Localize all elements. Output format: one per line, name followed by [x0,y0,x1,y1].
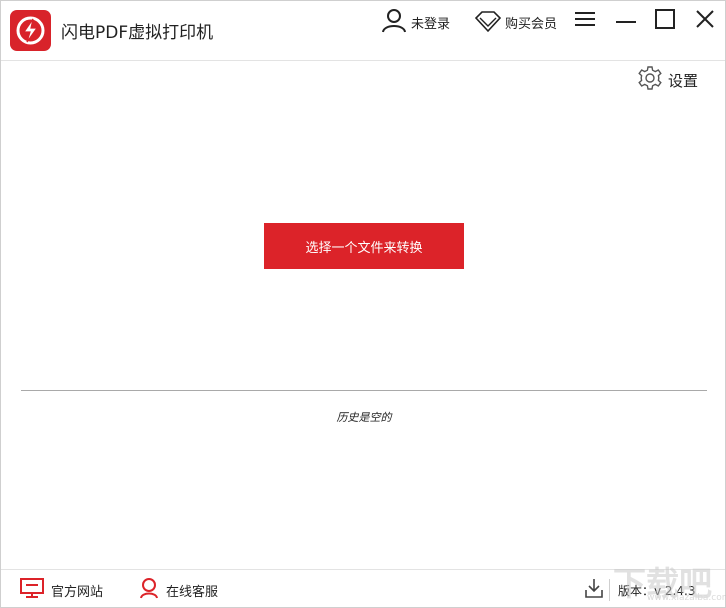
settings-label: 设置 [668,71,699,90]
support-person-icon [139,577,159,603]
login-button[interactable]: 未登录 [381,8,450,36]
vip-label: 购买会员 [505,16,558,32]
user-icon [381,7,407,37]
title-bar: 闪电PDF虚拟打印机 未登录 购买会员 [1,1,725,61]
minimize-icon [616,11,636,31]
close-button[interactable] [691,9,719,33]
diamond-icon [474,7,502,37]
app-logo-icon [10,10,51,51]
select-file-button[interactable]: 选择一个文件来转换 [264,223,464,269]
gear-icon [637,65,663,95]
buy-vip-button[interactable]: 购买会员 [474,7,558,37]
app-window: 闪电PDF虚拟打印机 未登录 购买会员 设置 选择一个文件来转换 历史是空的 官… [0,0,726,608]
menu-icon [575,11,595,31]
version-separator [609,579,610,601]
menu-button[interactable] [571,9,599,33]
support-label: 在线客服 [166,584,219,600]
maximize-icon [655,9,675,33]
version-label: 版本：v 2.4.3 [618,583,696,598]
online-support-link[interactable]: 在线客服 [139,577,219,603]
website-label: 官方网站 [51,584,104,600]
app-title: 闪电PDF虚拟打印机 [61,23,214,43]
footer: 官方网站 在线客服 版本：v 2.4.3 [1,569,725,607]
version-area: 版本：v 2.4.3 [585,579,695,601]
history-divider [21,390,707,391]
login-label: 未登录 [411,16,451,32]
monitor-icon [20,577,44,603]
settings-button[interactable]: 设置 [637,65,699,95]
history-empty-text: 历史是空的 [336,411,392,424]
maximize-button[interactable] [651,9,679,33]
download-icon[interactable] [585,578,603,602]
minimize-button[interactable] [612,9,640,33]
close-icon [695,9,715,33]
official-website-link[interactable]: 官方网站 [20,577,104,603]
